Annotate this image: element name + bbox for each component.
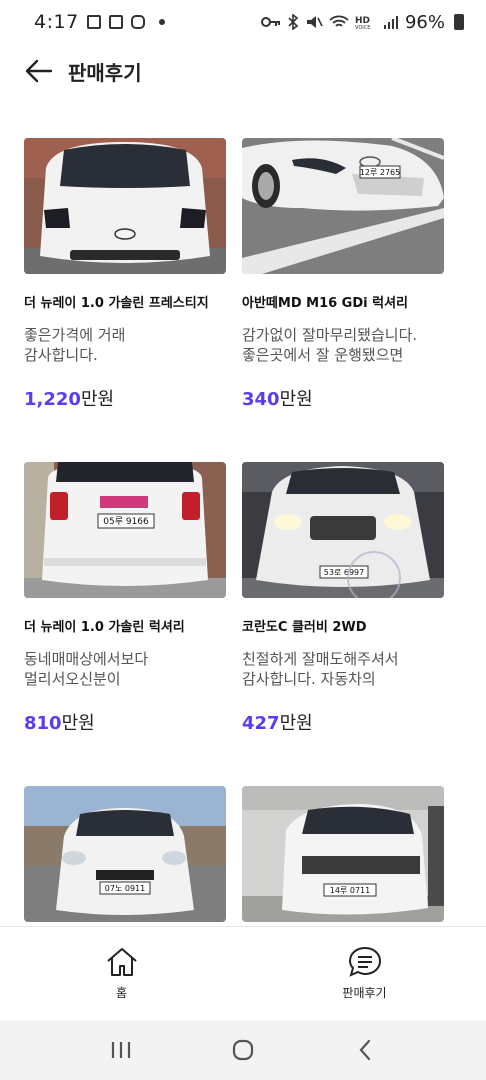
status-time: 4:17 bbox=[34, 11, 79, 33]
sale-price: 810만원 bbox=[24, 709, 226, 735]
car-name: 더 뉴레이 1.0 가솔린 럭셔리 bbox=[24, 620, 185, 635]
nav-reviews[interactable]: 판매후기 bbox=[243, 927, 486, 1020]
back-button[interactable] bbox=[22, 54, 56, 88]
home-icon bbox=[106, 948, 137, 976]
review-text: 감가없이 잘마무리됐습니다. 좋은곳에서 잘 운행됐으면 bbox=[242, 326, 418, 364]
page-title: 판매후기 bbox=[68, 60, 142, 85]
review-card[interactable]: 12루 2765 아반떼MD M16 GDi 럭셔리 감가없이 잘마무리됐습니다… bbox=[242, 138, 444, 411]
battery-percent: 96% bbox=[404, 11, 445, 33]
gallery-notification-icon bbox=[86, 15, 101, 29]
license-plate: 14루 0711 bbox=[330, 886, 370, 895]
back-system-button[interactable] bbox=[340, 1030, 390, 1070]
price-unit: 만원 bbox=[80, 389, 115, 410]
price-unit: 만원 bbox=[61, 713, 95, 734]
price-amount: 340 bbox=[242, 389, 280, 410]
price-amount: 427 bbox=[242, 713, 280, 734]
nav-home[interactable]: 홈 bbox=[0, 927, 243, 1020]
sale-price: 1,220만원 bbox=[24, 385, 226, 411]
svg-text:VOICE: VOICE bbox=[355, 25, 370, 30]
signal-icon bbox=[383, 16, 398, 29]
price-unit: 만원 bbox=[279, 713, 313, 734]
price-amount: 1,220 bbox=[24, 389, 81, 410]
bottom-navigation: 홈 판매후기 bbox=[0, 926, 486, 1020]
license-plate: 07노 0911 bbox=[105, 884, 145, 893]
review-text: 좋은가격에 거래 감사합니다. bbox=[24, 326, 126, 364]
status-left: 4:17 bbox=[34, 11, 165, 33]
car-photo: 05루 9166 bbox=[24, 462, 226, 598]
mute-icon bbox=[306, 16, 323, 28]
review-text: 친절하게 잘매도해주셔서 감사합니다. 자동차의 bbox=[242, 650, 399, 688]
license-plate: 12루 2765 bbox=[360, 168, 400, 177]
license-plate: 53로 6997 bbox=[324, 568, 364, 577]
app-notification-icon bbox=[108, 15, 123, 29]
status-bar: 4:17 HD VOICE 96% bbox=[0, 0, 486, 44]
home-circle-icon bbox=[232, 1039, 254, 1061]
car-photo: 53로 6997 bbox=[242, 462, 444, 598]
app-header: 판매후기 bbox=[0, 44, 486, 98]
chevron-left-icon bbox=[359, 1039, 371, 1061]
review-grid: 더 뉴레이 1.0 가솔린 프레스티지 좋은가격에 거래 감사합니다. 1,22… bbox=[24, 138, 462, 922]
recent-apps-button[interactable] bbox=[96, 1030, 146, 1070]
car-name: 아반떼MD M16 GDi 럭셔리 bbox=[242, 296, 409, 311]
sale-price: 427만원 bbox=[242, 709, 444, 735]
license-plate: 05루 9166 bbox=[103, 516, 149, 527]
sale-price: 340만원 bbox=[242, 385, 444, 411]
key-icon bbox=[260, 17, 280, 27]
chat-review-icon bbox=[348, 946, 381, 977]
review-text: 동네매매상에서보다 멀리서오신분이 bbox=[24, 650, 149, 688]
nav-reviews-label: 판매후기 bbox=[342, 986, 387, 1000]
home-system-button[interactable] bbox=[218, 1030, 268, 1070]
car-photo: 12루 2765 bbox=[242, 138, 444, 274]
system-navigation-bar bbox=[0, 1020, 486, 1080]
arrow-left-icon bbox=[25, 59, 53, 83]
review-card[interactable]: 07노 0911 bbox=[24, 786, 226, 922]
review-card[interactable]: 05루 9166 더 뉴레이 1.0 가솔린 럭셔리 동네매매상에서보다 멀리서… bbox=[24, 462, 226, 735]
more-notifications-icon bbox=[158, 19, 165, 25]
nav-home-label: 홈 bbox=[115, 986, 128, 1000]
car-photo: 14루 0711 bbox=[242, 786, 444, 922]
battery-icon bbox=[454, 14, 464, 30]
price-unit: 만원 bbox=[279, 389, 313, 410]
status-right: HD VOICE 96% bbox=[260, 11, 464, 33]
car-photo bbox=[24, 138, 226, 274]
price-amount: 810 bbox=[24, 713, 62, 734]
review-card[interactable]: 더 뉴레이 1.0 가솔린 프레스티지 좋은가격에 거래 감사합니다. 1,22… bbox=[24, 138, 226, 411]
wifi-icon bbox=[329, 15, 349, 27]
car-name: 더 뉴레이 1.0 가솔린 프레스티지 bbox=[24, 296, 209, 311]
review-card[interactable]: 53로 6997 코란도C 클러비 2WD 친절하게 잘매도해주셔서 감사합니다… bbox=[242, 462, 444, 735]
car-name: 코란도C 클러비 2WD bbox=[242, 620, 367, 635]
instagram-notification-icon bbox=[130, 15, 145, 29]
car-photo: 07노 0911 bbox=[24, 786, 226, 922]
recent-apps-icon bbox=[111, 1042, 131, 1058]
bluetooth-icon bbox=[288, 14, 299, 30]
review-card[interactable]: 14루 0711 bbox=[242, 786, 444, 922]
hd-voice-icon: HDVOICE bbox=[355, 16, 370, 30]
